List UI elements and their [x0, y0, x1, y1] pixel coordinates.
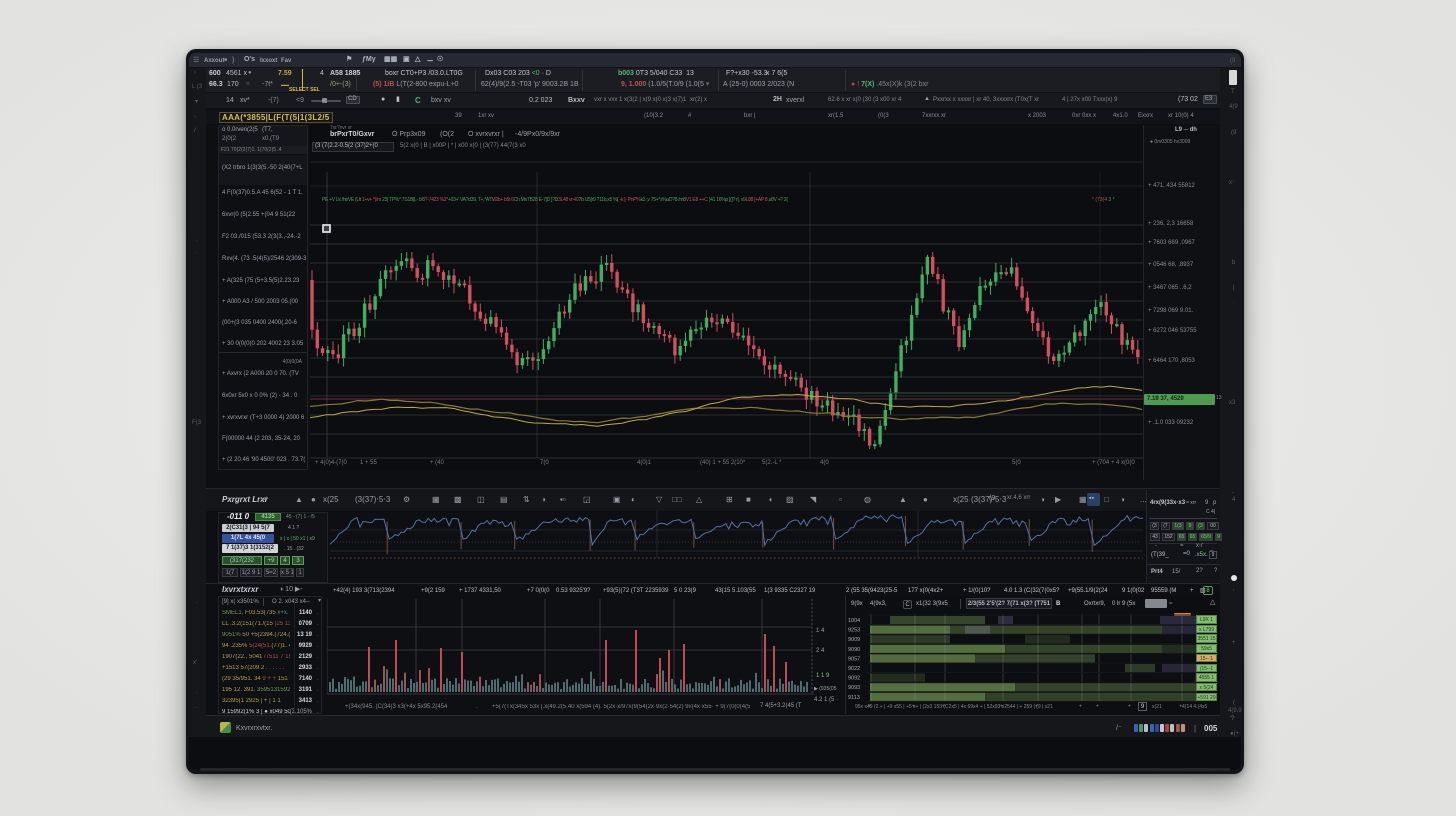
- svg-text:9090: 9090: [848, 647, 860, 653]
- svg-text:9092: 9092: [848, 676, 860, 682]
- svg-text:+: +: [1096, 703, 1099, 709]
- svg-text:9022: 9022: [848, 666, 860, 672]
- svg-text:9093: 9093: [848, 685, 860, 691]
- svg-text:+: +: [1128, 703, 1131, 709]
- svg-text:9253: 9253: [848, 628, 860, 634]
- svg-text:+: +: [1079, 703, 1082, 709]
- svg-text:9009: 9009: [848, 637, 860, 643]
- svg-text:1004: 1004: [848, 618, 860, 624]
- svg-text:9113: 9113: [848, 695, 860, 701]
- svg-text:9057: 9057: [848, 656, 860, 662]
